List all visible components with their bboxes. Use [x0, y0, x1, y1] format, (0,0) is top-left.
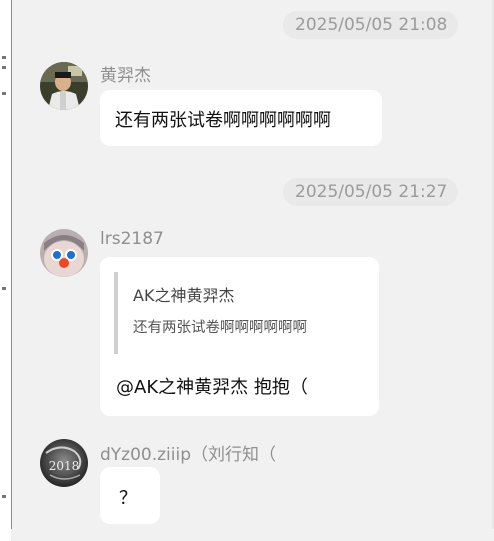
avatar[interactable]: [40, 62, 88, 110]
sender-name: dYz00.ziiip（刘行知（: [100, 445, 277, 465]
message-text: 还有两张试卷啊啊啊啊啊啊: [115, 110, 331, 131]
message-bubble[interactable]: 还有两张试卷啊啊啊啊啊啊: [100, 90, 382, 146]
message-bubble[interactable]: AK之神黄羿杰 还有两张试卷啊啊啊啊啊啊 @AK之神黄羿杰 抱抱（: [100, 257, 379, 416]
quote-author: AK之神黄羿杰: [133, 286, 235, 305]
rail-marker: [2, 287, 6, 290]
avatar[interactable]: 2018: [40, 439, 88, 487]
rail-marker: [2, 66, 6, 69]
sender-name: lrs2187: [100, 229, 164, 249]
side-panel-edge: [0, 0, 12, 541]
message-timestamp: 2025/05/05 21:27: [283, 178, 458, 206]
quoted-reply[interactable]: AK之神黄羿杰 还有两张试卷啊啊啊啊啊啊: [114, 272, 368, 354]
message-text: @AK之神黄羿杰 抱抱（: [116, 377, 308, 398]
avatar[interactable]: [40, 229, 88, 277]
chat-window: 2025/05/05 21:08 黄羿杰 还有两张试卷啊啊啊啊啊啊 2025/0…: [0, 0, 494, 541]
avatar-label: 2018: [49, 459, 80, 473]
rail-marker: [2, 495, 6, 498]
sender-name: 黄羿杰: [100, 66, 151, 86]
chat-bottom: [11, 529, 494, 541]
message-timestamp: 2025/05/05 21:08: [283, 11, 458, 39]
message-bubble[interactable]: ？: [100, 467, 160, 524]
rail-marker: [2, 56, 6, 59]
rail-marker: [2, 92, 6, 95]
quote-text: 还有两张试卷啊啊啊啊啊啊: [133, 320, 307, 336]
message-text: ？: [119, 488, 137, 509]
